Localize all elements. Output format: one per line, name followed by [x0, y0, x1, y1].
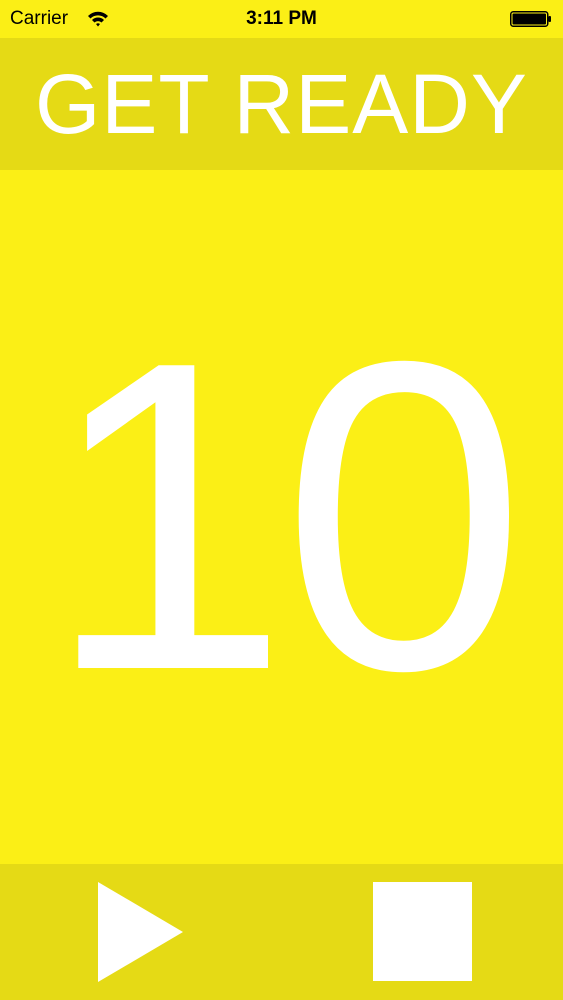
stop-button[interactable]: [366, 874, 478, 990]
status-time: 3:11 PM: [246, 8, 317, 29]
countdown-panel: 10: [0, 170, 563, 864]
play-button[interactable]: [90, 874, 190, 990]
controls-toolbar: [0, 864, 563, 1000]
get-ready-title: GET READY: [35, 57, 528, 151]
header-bar: GET READY: [0, 38, 563, 170]
status-bar: Carrier 3:11 PM: [0, 0, 563, 38]
battery-icon: [510, 11, 551, 27]
countdown-number: 10: [44, 271, 526, 762]
play-icon: [98, 882, 183, 982]
stop-icon: [373, 882, 472, 981]
